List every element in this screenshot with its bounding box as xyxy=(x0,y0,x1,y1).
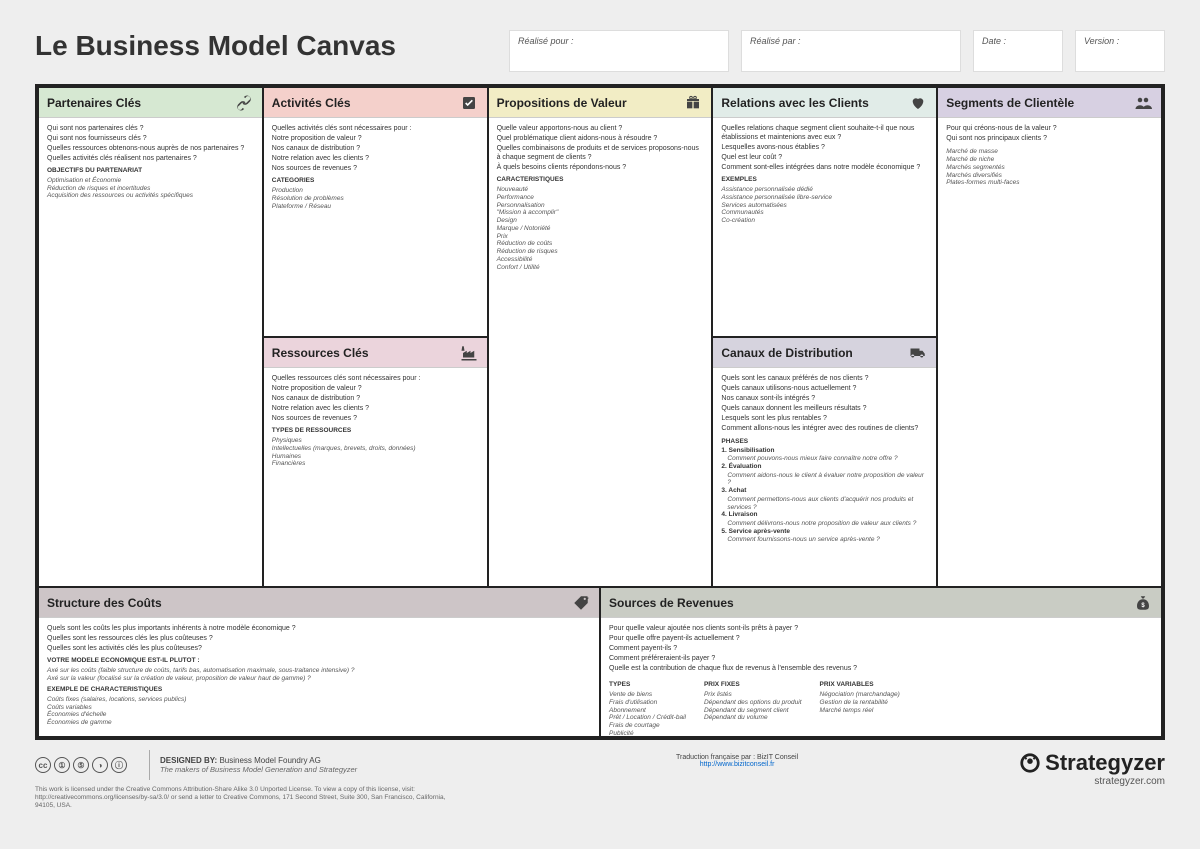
kr-title: Ressources Clés xyxy=(272,346,369,360)
meta-for[interactable]: Réalisé pour : xyxy=(509,30,729,72)
ka-title: Activités Clés xyxy=(272,96,351,110)
tag-icon xyxy=(571,593,591,613)
block-revenue-streams: Sources de Revenues $ Pour quelle valeur… xyxy=(600,587,1162,737)
legal-text: This work is licensed under the Creative… xyxy=(35,786,455,809)
cc-icons: cc①⑤◑ⓘ xyxy=(35,757,127,773)
truck-icon xyxy=(908,343,928,363)
money-bag-icon: $ xyxy=(1133,593,1153,613)
cr-title: Relations avec les Clients xyxy=(721,96,868,110)
block-key-activities: Activités Clés Quelles activités clés so… xyxy=(263,87,488,337)
ch-title: Canaux de Distribution xyxy=(721,346,852,360)
block-value-propositions: Propositions de Valeur Quelle valeur app… xyxy=(488,87,713,587)
meta-date[interactable]: Date : xyxy=(973,30,1063,72)
cs-title: Segments de Clientèle xyxy=(946,96,1074,110)
block-key-resources: Ressources Clés Quelles ressources clés … xyxy=(263,337,488,587)
factory-icon xyxy=(459,343,479,363)
canvas: Partenaires Clés Qui sont nos partenaire… xyxy=(35,84,1165,740)
translation-link[interactable]: http://www.bizitconseil.fr xyxy=(700,761,775,768)
kp-title: Partenaires Clés xyxy=(47,96,141,110)
block-key-partners: Partenaires Clés Qui sont nos partenaire… xyxy=(38,87,263,587)
cost-title: Structure des Coûts xyxy=(47,596,162,610)
vp-title: Propositions de Valeur xyxy=(497,96,627,110)
meta-version[interactable]: Version : xyxy=(1075,30,1165,72)
gift-icon xyxy=(683,93,703,113)
rev-title: Sources de Revenues xyxy=(609,596,734,610)
people-icon xyxy=(1133,93,1153,113)
block-channels: Canaux de Distribution Quels sont les ca… xyxy=(712,337,937,587)
heart-icon xyxy=(908,93,928,113)
block-customer-relationships: Relations avec les Clients Quelles relat… xyxy=(712,87,937,337)
meta-by[interactable]: Réalisé par : xyxy=(741,30,961,72)
block-cost-structure: Structure des Coûts Quels sont les coûts… xyxy=(38,587,600,737)
brand: Strategyzer strategyzer.com xyxy=(1019,750,1165,787)
translation-credit: Traduction française par : BizIT Conseil… xyxy=(455,750,1019,768)
checkbox-icon xyxy=(459,93,479,113)
link-icon xyxy=(234,93,254,113)
designed-by: DESIGNED BY: Business Model Foundry AG T… xyxy=(160,756,357,774)
page-title: Le Business Model Canvas xyxy=(35,30,497,62)
block-customer-segments: Segments de Clientèle Pour qui créons-no… xyxy=(937,87,1162,587)
brand-logo-icon xyxy=(1019,752,1041,774)
